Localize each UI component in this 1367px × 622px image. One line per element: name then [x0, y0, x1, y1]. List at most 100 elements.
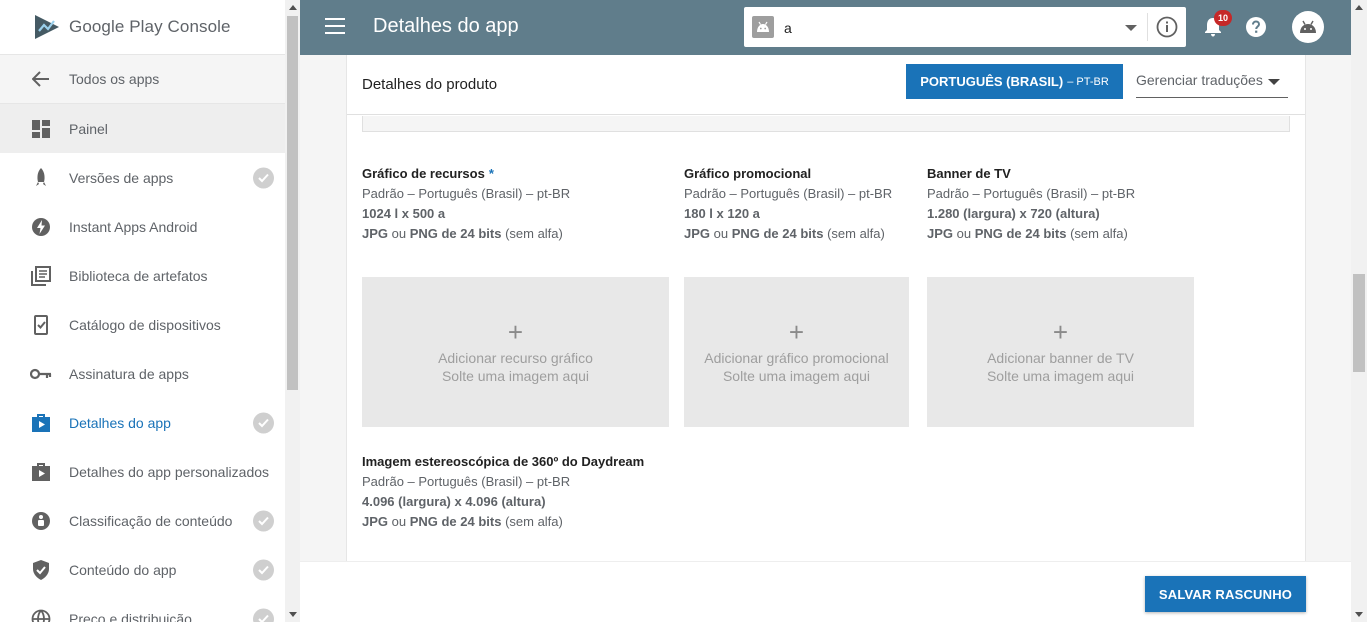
sidebar-item-label: Assinatura de apps — [69, 365, 189, 382]
asset-promo-graphic-info: Gráfico promocional Padrão – Português (… — [684, 164, 892, 244]
sidebar-item-label: Classificação de conteúdo — [69, 512, 233, 529]
chevron-down-icon[interactable] — [1125, 25, 1137, 31]
asset-format: JPG ou PNG de 24 bits (sem alfa) — [362, 514, 563, 529]
app-selector[interactable]: a — [744, 7, 1186, 47]
dropzone-label: Adicionar banner de TV — [987, 350, 1134, 366]
language-button-code: – PT-BR — [1067, 75, 1109, 88]
dropzone-hint: Solte uma imagem aqui — [441, 368, 590, 384]
globe-icon — [30, 608, 52, 622]
dropzone-hint: Solte uma imagem aqui — [986, 368, 1135, 384]
asset-default-lang: Padrão – Português (Brasil) – pt-BR — [684, 186, 893, 201]
help-icon[interactable] — [1244, 15, 1268, 39]
asset-tv-banner-info: Banner de TV Padrão – Português (Brasil)… — [927, 164, 1135, 244]
sidebar-item-biblioteca[interactable]: Biblioteca de artefatos — [0, 251, 285, 300]
footer-bar: SALVAR RASCUNHO — [300, 561, 1351, 622]
sidebar: Google Play Console Todos os apps Painel… — [0, 0, 285, 622]
sidebar-scrollbar[interactable] — [285, 0, 300, 622]
asset-format: JPG ou PNG de 24 bits (sem alfa) — [684, 226, 885, 241]
asset-title: Gráfico promocional — [684, 166, 812, 181]
sidebar-item-detalhes-app[interactable]: Detalhes do app — [0, 398, 285, 447]
android-app-icon — [752, 16, 774, 38]
sidebar-item-detalhes-personalizados[interactable]: Detalhes do app personalizados — [0, 447, 285, 496]
asset-daydream-info: Imagem estereoscópica de 360º do Daydrea… — [362, 452, 644, 532]
asset-default-lang: Padrão – Português (Brasil) – pt-BR — [362, 474, 571, 489]
dashboard-icon — [30, 118, 52, 140]
plus-icon: + — [1052, 317, 1069, 347]
plus-icon: + — [507, 317, 524, 347]
dropzone-tv-banner[interactable]: + Adicionar banner de TV Solte uma image… — [927, 277, 1194, 427]
sidebar-item-classificacao[interactable]: Classificação de conteúdo — [0, 496, 285, 545]
divider — [1147, 13, 1148, 41]
sidebar-item-assinatura[interactable]: Assinatura de apps — [0, 349, 285, 398]
notifications-badge: 10 — [1214, 10, 1232, 26]
bolt-icon — [30, 216, 52, 238]
check-circle-icon — [253, 412, 274, 433]
scroll-up-arrow-icon[interactable] — [289, 5, 297, 10]
check-circle-icon — [253, 608, 274, 622]
asset-format: JPG ou PNG de 24 bits (sem alfa) — [927, 226, 1128, 241]
sidebar-item-painel[interactable]: Painel — [0, 104, 285, 153]
info-icon[interactable] — [1156, 16, 1178, 38]
check-circle-icon — [253, 167, 274, 188]
check-circle-icon — [253, 510, 274, 531]
asset-feature-graphic-info: Gráfico de recursos * Padrão – Português … — [362, 164, 570, 244]
scrollbar-thumb[interactable] — [287, 16, 298, 390]
asset-title: Imagem estereoscópica de 360º do Daydrea… — [362, 454, 645, 469]
card-header: Detalhes do produto PORTUGUÊS (BRASIL) –… — [347, 55, 1305, 115]
scroll-down-arrow-icon[interactable] — [289, 612, 297, 617]
sidebar-item-label: Detalhes do app — [69, 414, 171, 431]
scroll-down-arrow-icon[interactable] — [1355, 612, 1363, 617]
sidebar-item-catalogo[interactable]: Catálogo de dispositivos — [0, 300, 285, 349]
arrow-back-icon — [30, 68, 52, 90]
sidebar-item-label: Detalhes do app personalizados — [69, 463, 270, 480]
scroll-up-arrow-icon[interactable] — [1355, 5, 1363, 10]
main-content: Detalhes do produto PORTUGUÊS (BRASIL) –… — [300, 55, 1351, 622]
language-button[interactable]: PORTUGUÊS (BRASIL) – PT-BR — [906, 64, 1123, 99]
dropzone-promo-graphic[interactable]: + Adicionar gráfico promocional Solte um… — [684, 277, 909, 427]
sidebar-nav-list: Versões de apps Instant Apps Android Bib… — [0, 153, 285, 622]
asset-dimensions: 180 l x 120 a — [684, 206, 760, 221]
sidebar-item-label: Painel — [69, 120, 108, 137]
sidebar-item-label: Instant Apps Android — [69, 218, 198, 235]
logo-row[interactable]: Google Play Console — [0, 0, 285, 55]
asset-dimensions: 1.280 (largura) x 720 (altura) — [927, 206, 1100, 221]
menu-icon[interactable] — [325, 18, 345, 36]
dropzone-label: Adicionar recurso gráfico — [438, 350, 593, 366]
sidebar-item-label: Conteúdo do app — [69, 561, 177, 578]
asset-dimensions: 4.096 (largura) x 4.096 (altura) — [362, 494, 546, 509]
dropzone-label: Adicionar gráfico promocional — [704, 350, 889, 366]
scrollbar-thumb[interactable] — [1353, 274, 1365, 372]
main-scrollbar[interactable] — [1351, 0, 1367, 622]
device-catalog-icon — [30, 314, 52, 336]
sidebar-item-label: Versões de apps — [69, 169, 174, 186]
app-selector-value: a — [784, 20, 792, 36]
content-rating-icon — [30, 510, 52, 532]
logo-text: Google Play Console — [69, 17, 231, 36]
account-avatar[interactable] — [1292, 11, 1324, 43]
library-icon — [30, 265, 52, 287]
asset-default-lang: Padrão – Português (Brasil) – pt-BR — [927, 186, 1136, 201]
sidebar-item-conteudo[interactable]: Conteúdo do app — [0, 545, 285, 594]
sidebar-item-preco[interactable]: Preço e distribuição — [0, 594, 285, 622]
sidebar-back-all-apps[interactable]: Todos os apps — [0, 55, 285, 104]
asset-dimensions: 1024 l x 500 a — [362, 206, 446, 221]
sidebar-item-instant-apps[interactable]: Instant Apps Android — [0, 202, 285, 251]
asset-default-lang: Padrão – Português (Brasil) – pt-BR — [362, 186, 571, 201]
required-asterisk: * — [488, 166, 494, 181]
check-circle-icon — [253, 559, 274, 580]
sidebar-back-label: Todos os apps — [69, 71, 160, 87]
dropzone-feature-graphic[interactable]: + Adicionar recurso gráfico Solte uma im… — [362, 277, 669, 427]
language-button-label: PORTUGUÊS (BRASIL) — [920, 74, 1064, 89]
asset-title: Gráfico de recursos * — [362, 166, 494, 181]
sidebar-item-versoes[interactable]: Versões de apps — [0, 153, 285, 202]
sidebar-item-label: Preço e distribuição — [69, 610, 192, 622]
plus-icon: + — [788, 317, 805, 347]
manage-translations-select[interactable]: Gerenciar traduções — [1136, 63, 1288, 98]
chevron-down-icon — [1268, 79, 1280, 85]
card-title: Detalhes do produto — [362, 76, 498, 93]
page-title: Detalhes do app — [373, 15, 519, 37]
sidebar-item-label: Biblioteca de artefatos — [69, 267, 208, 284]
rocket-icon — [30, 167, 52, 189]
android-avatar-icon — [1300, 20, 1316, 33]
save-draft-button[interactable]: SALVAR RASCUNHO — [1145, 576, 1306, 612]
